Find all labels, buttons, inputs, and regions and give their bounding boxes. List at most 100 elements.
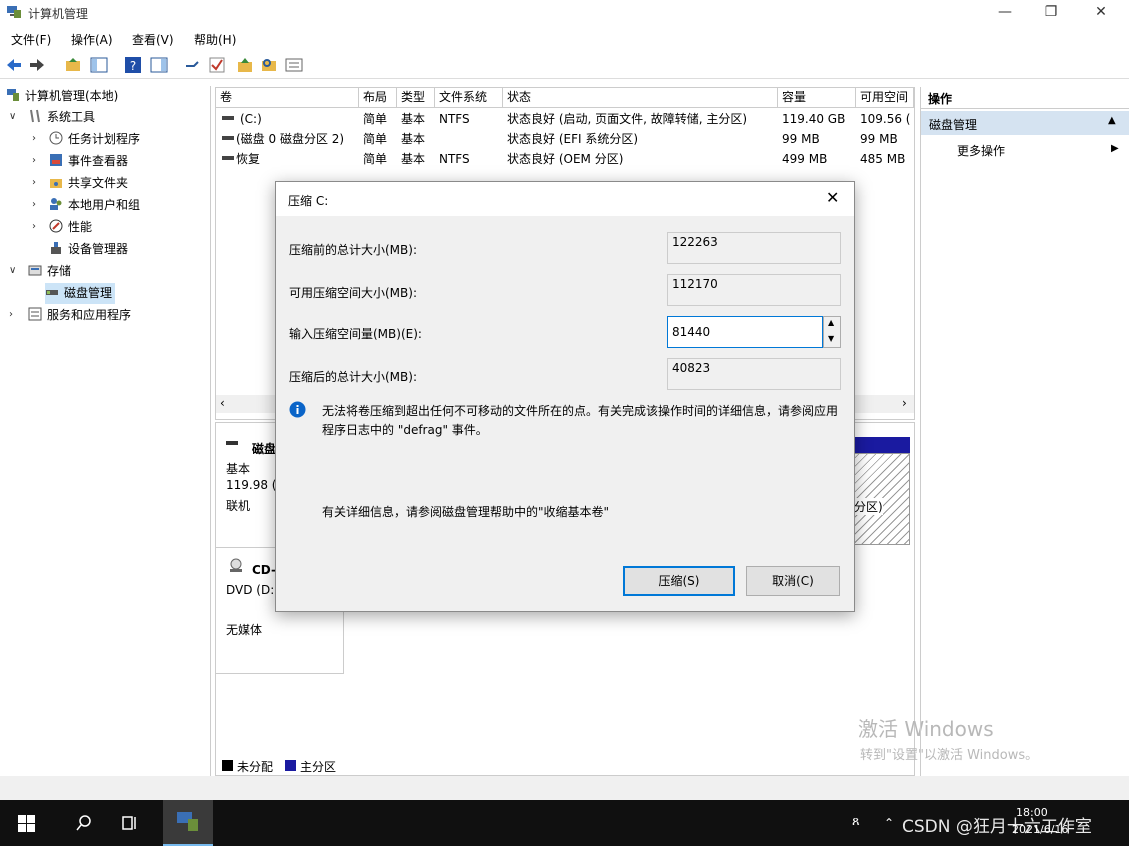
minimize-button[interactable]: —: [982, 0, 1028, 26]
column-header-capacity[interactable]: 容量: [778, 88, 856, 108]
tree-item-system-tools[interactable]: 系统工具: [28, 107, 95, 128]
svg-text:?: ?: [130, 59, 136, 73]
volume-cell: (C:): [218, 109, 359, 129]
column-header-layout[interactable]: 布局: [359, 88, 397, 108]
forward-arrow-icon[interactable]: [28, 56, 46, 74]
info-icon: [289, 401, 306, 418]
menu-view[interactable]: 查看(V): [132, 31, 174, 48]
search-folder-icon[interactable]: [260, 56, 278, 74]
tray-chevron-icon[interactable]: ⌃: [884, 816, 894, 830]
check-icon[interactable]: [208, 56, 226, 74]
show-action-pane-icon[interactable]: [150, 56, 168, 74]
title-bar: 计算机管理 — ❐ ✕: [0, 0, 1129, 26]
tree-label-shared-folders: 共享文件夹: [68, 176, 129, 190]
help-message: 有关详细信息，请参阅磁盘管理帮助中的"收缩基本卷": [322, 505, 610, 519]
menu-help[interactable]: 帮助(H): [194, 31, 236, 48]
cd-drive-icon: [230, 558, 242, 572]
windows-start-icon[interactable]: [18, 815, 35, 832]
taskbar-computer-management[interactable]: [163, 800, 213, 846]
collapse-up-icon[interactable]: ▲: [1108, 115, 1116, 126]
column-header-volume[interactable]: 卷: [216, 88, 359, 108]
table-row[interactable]: 恢复 简单 基本 NTFS 状态良好 (OEM 分区) 499 MB 485 M…: [216, 149, 914, 169]
tree-item-performance[interactable]: 性能: [49, 217, 92, 238]
disk0-type: 基本: [226, 462, 251, 476]
tree-label-system-tools: 系统工具: [47, 110, 96, 124]
tools-icon: [30, 109, 40, 123]
stepper-down-icon[interactable]: ▼: [828, 334, 834, 343]
menu-file[interactable]: 文件(F): [11, 31, 51, 48]
column-header-filesystem[interactable]: 文件系统: [435, 88, 503, 108]
chevron-right-icon[interactable]: ›: [32, 177, 36, 188]
scroll-right-icon[interactable]: ›: [902, 396, 907, 410]
services-icon: [28, 307, 42, 321]
tree-item-task-scheduler[interactable]: 任务计划程序: [49, 129, 140, 150]
stepper-up-icon[interactable]: ▲: [828, 318, 834, 327]
scroll-left-icon[interactable]: ‹: [220, 396, 225, 410]
actions-pane: 操作 磁盘管理 ▲ 更多操作 ▶: [920, 87, 1129, 777]
shrink-amount-stepper[interactable]: ▲ ▼: [823, 316, 841, 348]
cd-media-status: 无媒体: [226, 623, 263, 637]
type-cell: 基本: [401, 152, 426, 166]
shrink-dialog: 压缩 C: ✕ 压缩前的总计大小(MB): 122263 可用压缩空间大小(MB…: [275, 181, 855, 612]
chevron-right-icon[interactable]: ›: [32, 155, 36, 166]
help-icon[interactable]: ?: [124, 56, 142, 74]
chevron-right-icon[interactable]: ›: [9, 309, 13, 320]
status-cell: 状态良好 (OEM 分区): [507, 152, 624, 166]
more-actions-label: 更多操作: [957, 144, 1006, 158]
menu-action[interactable]: 操作(A): [71, 31, 113, 48]
upload-icon[interactable]: [236, 56, 254, 74]
shrink-amount-label: 输入压缩空间量(MB)(E):: [289, 327, 422, 341]
tree-item-shared-folders[interactable]: 共享文件夹: [49, 173, 128, 194]
chevron-right-icon[interactable]: ›: [32, 199, 36, 210]
free-space-cell: 109.56 (: [860, 112, 911, 126]
partition-block[interactable]: 分区): [850, 453, 910, 545]
total-after-label: 压缩后的总计大小(MB):: [289, 370, 417, 384]
shrink-button[interactable]: 压缩(S): [623, 566, 735, 596]
layout-cell: 简单: [363, 152, 388, 166]
navigation-tree: 计算机管理(本地) ∨ 系统工具 › 任务计划程序 › 事件查看器 › 共享文件…: [0, 86, 211, 776]
table-row[interactable]: (磁盘 0 磁盘分区 2) 简单 基本 状态良好 (EFI 系统分区) 99 M…: [216, 129, 914, 149]
back-arrow-icon[interactable]: [5, 56, 23, 74]
people-icon[interactable]: ጸ: [852, 814, 860, 829]
table-row[interactable]: (C:) 简单 基本 NTFS 状态良好 (启动, 页面文件, 故障转储, 主分…: [216, 109, 914, 129]
tree-item-local-users[interactable]: 本地用户和组: [49, 195, 140, 216]
clock-icon: [49, 131, 63, 145]
info-message: 无法将卷压缩到超出任何不可移动的文件所在的点。有关完成该操作时间的详细信息，请参…: [322, 404, 839, 437]
tree-item-event-viewer[interactable]: 事件查看器: [49, 151, 128, 172]
close-window-button[interactable]: ✕: [1078, 0, 1124, 26]
capacity-cell: 99 MB: [782, 132, 820, 146]
filesystem-cell: NTFS: [439, 152, 470, 166]
task-view-icon[interactable]: [121, 814, 139, 832]
show-tree-icon[interactable]: [90, 56, 108, 74]
column-header-type[interactable]: 类型: [397, 88, 435, 108]
chevron-right-icon[interactable]: ›: [32, 133, 36, 144]
search-icon[interactable]: [75, 814, 93, 832]
chevron-down-icon[interactable]: ∨: [9, 265, 16, 276]
chevron-right-icon[interactable]: ›: [32, 221, 36, 232]
performance-icon: [49, 219, 63, 233]
connect-icon[interactable]: [184, 56, 202, 74]
capacity-cell: 499 MB: [782, 152, 828, 166]
tree-item-root[interactable]: 计算机管理(本地): [6, 86, 118, 107]
maximize-button[interactable]: ❐: [1028, 0, 1074, 26]
tree-item-storage[interactable]: 存储: [28, 261, 71, 282]
status-bar: [0, 776, 1129, 800]
dialog-close-icon[interactable]: ✕: [826, 188, 839, 207]
volume-name: 恢复: [236, 152, 261, 166]
device-manager-icon: [51, 242, 61, 254]
volume-drive-icon: [222, 156, 234, 160]
shrink-amount-input[interactable]: [667, 316, 823, 348]
tree-item-disk-management[interactable]: 磁盘管理: [45, 283, 116, 304]
actions-section-disk-management[interactable]: 磁盘管理 ▲: [921, 111, 1129, 135]
properties-icon[interactable]: [285, 56, 303, 74]
tree-item-device-manager[interactable]: 设备管理器: [49, 239, 128, 260]
column-header-free-space[interactable]: 可用空间: [856, 88, 914, 108]
capacity-cell: 119.40 GB: [782, 112, 846, 126]
more-actions-item[interactable]: 更多操作 ▶: [921, 139, 1129, 161]
chevron-down-icon[interactable]: ∨: [9, 111, 16, 122]
cancel-button[interactable]: 取消(C): [746, 566, 840, 596]
up-folder-icon[interactable]: [64, 56, 82, 74]
tree-item-services-apps[interactable]: 服务和应用程序: [28, 305, 131, 326]
storage-icon: [28, 265, 42, 276]
column-header-status[interactable]: 状态: [503, 88, 778, 108]
